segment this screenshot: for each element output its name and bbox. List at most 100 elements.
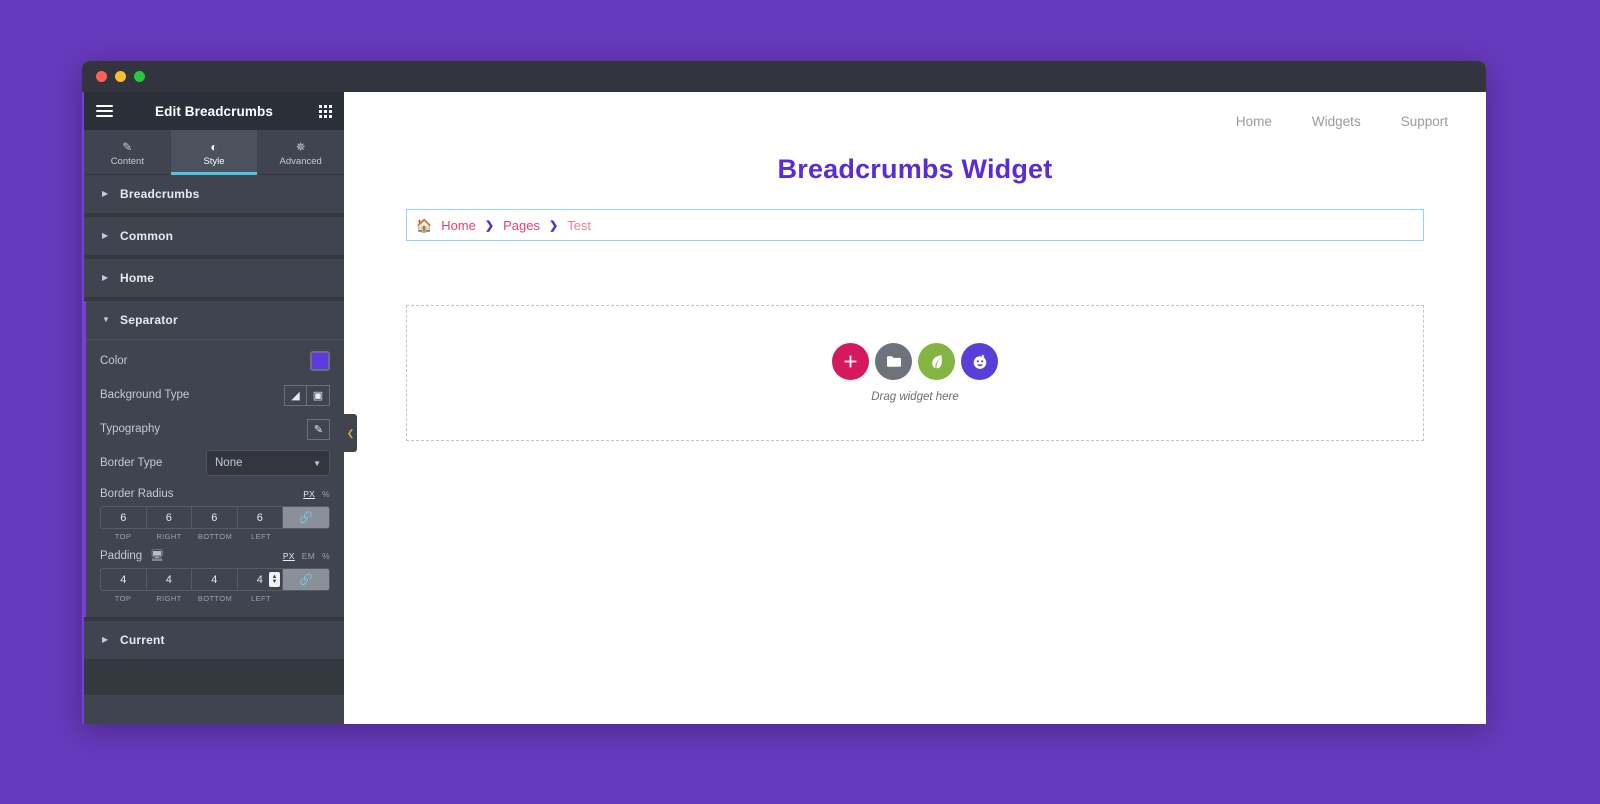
- padding-left-input[interactable]: 4 ▲ ▼: [237, 569, 283, 590]
- section-separator-header[interactable]: ▼ Separator: [86, 301, 344, 339]
- site-navigation: Home Widgets Support: [344, 92, 1486, 129]
- background-type-label: Background Type: [100, 389, 190, 401]
- padding-legend: TOP RIGHT BOTTOM LEFT: [100, 594, 330, 603]
- panel-collapse-handle[interactable]: ❮: [344, 414, 357, 452]
- section-current: ▶ Current: [84, 621, 344, 659]
- padding-header: Padding 🖥 PX EM %: [100, 541, 330, 568]
- ai-button[interactable]: [961, 343, 998, 380]
- padding-label: Padding: [100, 549, 143, 562]
- breadcrumb-item-pages[interactable]: Pages: [503, 218, 540, 233]
- color-swatch[interactable]: [310, 351, 330, 371]
- typography-label: Typography: [100, 423, 161, 435]
- unit-percent[interactable]: %: [322, 551, 330, 561]
- control-border-type: Border Type None ▼: [100, 446, 330, 480]
- border-radius-bottom-input[interactable]: 6: [192, 507, 238, 528]
- close-window-button[interactable]: [96, 71, 107, 82]
- hamburger-menu-icon[interactable]: [96, 104, 113, 118]
- legend-left: LEFT: [251, 594, 271, 603]
- preview-canvas: Home Widgets Support Breadcrumbs Widget …: [344, 92, 1486, 724]
- padding-bottom-input[interactable]: 4: [192, 569, 238, 590]
- panel-title: Edit Breadcrumbs: [155, 103, 273, 119]
- unit-em[interactable]: EM: [302, 551, 315, 561]
- nav-item-widgets[interactable]: Widgets: [1312, 114, 1361, 129]
- color-label: Color: [100, 355, 128, 367]
- section-home-label: Home: [120, 271, 155, 285]
- tab-content[interactable]: ✎ Content: [84, 130, 171, 174]
- padding-left-stepper[interactable]: ▲ ▼: [269, 572, 280, 587]
- breadcrumbs-widget[interactable]: 🏠 Home ❯ Pages ❯ Test: [406, 209, 1424, 241]
- minimize-window-button[interactable]: [115, 71, 126, 82]
- border-type-select[interactable]: None ▼: [206, 450, 330, 476]
- section-breadcrumbs-header[interactable]: ▶ Breadcrumbs: [86, 175, 344, 213]
- section-separator-label: Separator: [120, 313, 178, 327]
- section-separator: ▼ Separator Color Background Type ◢ ▣ Ty…: [84, 301, 344, 617]
- typography-buttons: ✎: [307, 418, 330, 440]
- ai-face-icon: [973, 354, 986, 369]
- breadcrumb-separator: ❯: [484, 219, 495, 232]
- elementor-panel: Edit Breadcrumbs ✎ Content ◐ Style ✵ Adv…: [82, 92, 357, 724]
- tab-style[interactable]: ◐ Style: [170, 130, 258, 175]
- page-title: Breadcrumbs Widget: [777, 154, 1053, 184]
- pencil-edit-icon[interactable]: ✎: [307, 418, 330, 440]
- nav-item-support[interactable]: Support: [1401, 114, 1448, 129]
- control-typography: Typography ✎: [100, 412, 330, 446]
- dropzone-buttons: [832, 343, 998, 380]
- border-radius-top-input[interactable]: 6: [101, 507, 147, 528]
- tab-advanced-label: Advanced: [279, 156, 322, 167]
- chevron-down-icon: ▼: [313, 458, 321, 468]
- maximize-window-button[interactable]: [134, 71, 145, 82]
- dropzone-text: Drag widget here: [871, 391, 959, 403]
- padding-left-value: 4: [256, 573, 263, 586]
- gradient-icon[interactable]: ▣: [307, 384, 330, 406]
- house-icon: 🏠: [416, 217, 433, 233]
- section-current-label: Current: [120, 633, 165, 647]
- padding-top-input[interactable]: 4: [101, 569, 147, 590]
- section-current-header[interactable]: ▶ Current: [86, 621, 344, 659]
- breadcrumb-item-home[interactable]: Home: [441, 218, 476, 233]
- section-home-header[interactable]: ▶ Home: [86, 259, 344, 297]
- brush-icon[interactable]: ◢: [284, 384, 307, 406]
- chevron-right-icon: ▶: [102, 635, 109, 644]
- unit-px[interactable]: PX: [283, 551, 295, 561]
- panel-sections-scroll[interactable]: ▶ Breadcrumbs ▶ Common ▶ Home ▼ Separato…: [84, 175, 344, 694]
- control-background-type: Background Type ◢ ▣: [100, 378, 330, 412]
- section-common-header[interactable]: ▶ Common: [86, 217, 344, 255]
- padding-inputs: 4 4 4 4 ▲ ▼ 🔗: [100, 568, 330, 591]
- unit-percent[interactable]: %: [322, 489, 330, 499]
- border-radius-units: PX %: [303, 489, 330, 499]
- border-type-label: Border Type: [100, 457, 163, 469]
- tab-content-label: Content: [110, 156, 144, 167]
- desktop-icon[interactable]: 🖥: [150, 549, 164, 562]
- legend-bottom: BOTTOM: [197, 532, 233, 541]
- padding-link-icon[interactable]: 🔗: [283, 569, 329, 590]
- border-type-value: None: [215, 457, 243, 469]
- border-radius-right-input[interactable]: 6: [146, 507, 192, 528]
- border-radius-label: Border Radius: [100, 488, 174, 500]
- border-radius-link-icon[interactable]: 🔗: [283, 507, 329, 528]
- chevron-right-icon: ▶: [102, 273, 109, 282]
- folder-templates-button[interactable]: [875, 343, 912, 380]
- border-radius-left-input[interactable]: 6: [237, 507, 283, 528]
- chevron-right-icon: ▶: [102, 231, 109, 240]
- window-titlebar: [82, 61, 1486, 92]
- section-breadcrumbs-label: Breadcrumbs: [120, 187, 200, 201]
- background-type-buttons: ◢ ▣: [284, 384, 330, 406]
- border-radius-inputs: 6 6 6 6 🔗: [100, 506, 330, 529]
- pencil-icon: ✎: [122, 139, 133, 154]
- plus-icon: [844, 355, 857, 368]
- unit-px[interactable]: PX: [303, 489, 315, 499]
- envato-kit-button[interactable]: [918, 343, 955, 380]
- section-common: ▶ Common: [84, 217, 344, 255]
- nav-item-home[interactable]: Home: [1236, 114, 1272, 129]
- add-widget-button[interactable]: [832, 343, 869, 380]
- widgets-grid-icon[interactable]: [319, 104, 332, 118]
- section-home: ▶ Home: [84, 259, 344, 297]
- tab-advanced[interactable]: ✵ Advanced: [257, 130, 344, 174]
- section-breadcrumbs: ▶ Breadcrumbs: [84, 175, 344, 213]
- legend-spacer: [284, 594, 330, 603]
- legend-left: LEFT: [251, 532, 271, 541]
- widget-dropzone[interactable]: Drag widget here: [406, 305, 1424, 441]
- legend-top: TOP: [114, 594, 132, 603]
- padding-right-input[interactable]: 4: [146, 569, 192, 590]
- control-color: Color: [100, 344, 330, 378]
